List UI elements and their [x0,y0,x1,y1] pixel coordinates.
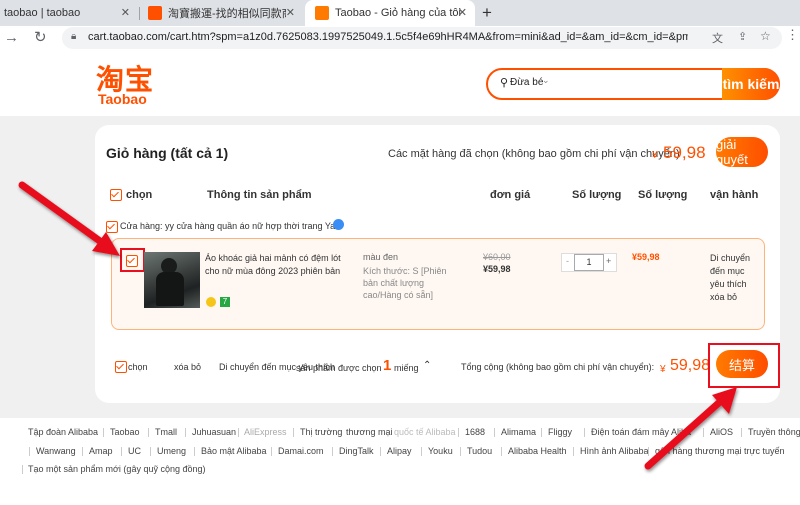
arrow-to-checkbox-icon [18,181,120,256]
annotation-arrows [18,181,737,470]
arrow-to-checkout-icon [644,387,737,470]
